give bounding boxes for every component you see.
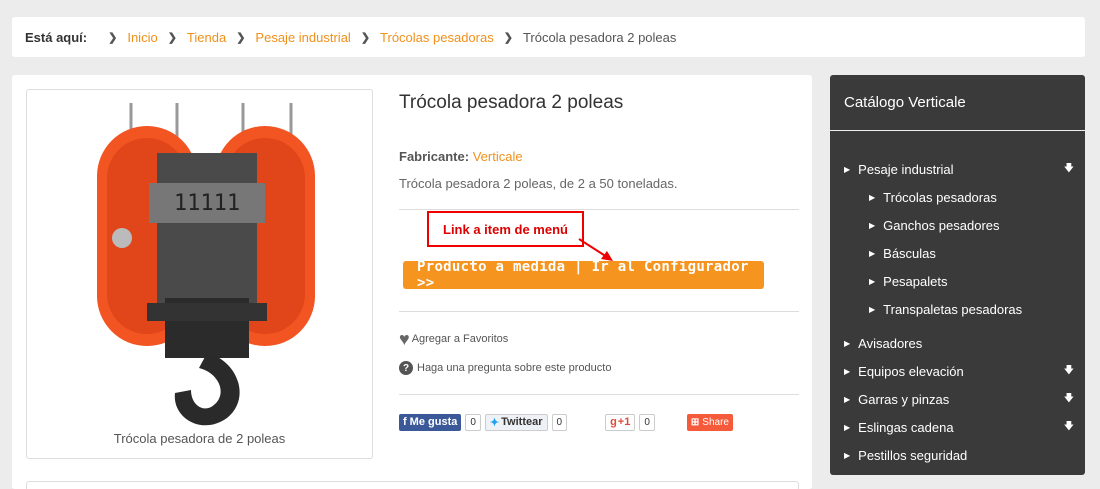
- caret-right-icon: ▶: [869, 192, 876, 202]
- sidebar-menu: ▶ Pesaje industrial 🡇 ▶ Trócolas pesador…: [844, 155, 1074, 469]
- divider: [399, 394, 799, 395]
- product-image: 11111: [97, 103, 315, 426]
- svg-text:11111: 11111: [174, 191, 240, 216]
- sidebar-item-label: Básculas: [883, 245, 936, 261]
- share-button[interactable]: ⊞ Share: [686, 413, 733, 431]
- catalog-sidebar: Catálogo Verticale ▶ Pesaje industrial 🡇…: [830, 75, 1085, 475]
- sidebar-item-ganchos[interactable]: ▶ Ganchos pesadores: [844, 211, 1074, 239]
- twitter-icon: ✦: [489, 416, 500, 429]
- ask-question-link[interactable]: ? Haga una pregunta sobre este producto: [399, 361, 611, 375]
- chevron-right-icon: ❯: [236, 31, 246, 44]
- sidebar-item-label: Pesapalets: [883, 273, 948, 289]
- sidebar-item-basculas[interactable]: ▶ Básculas: [844, 239, 1074, 267]
- add-favorites-link[interactable]: ♥ Agregar a Favoritos: [399, 330, 508, 348]
- image-caption: Trócola pesadora de 2 poleas: [113, 431, 286, 446]
- sidebar-item-pesaje-industrial[interactable]: ▶ Pesaje industrial 🡇: [844, 155, 1074, 183]
- sidebar-item-label: Garras y pinzas: [858, 391, 950, 407]
- chevron-right-icon: ❯: [108, 31, 118, 44]
- sidebar-item-label: Eslingas cadena: [858, 419, 954, 435]
- sidebar-item-label: Trócolas pesadoras: [883, 189, 997, 205]
- breadcrumb-link-tienda[interactable]: Tienda: [187, 30, 226, 45]
- caret-right-icon: ▶: [844, 338, 851, 348]
- breadcrumb: Está aquí: ❯ Inicio ❯ Tienda ❯ Pesaje in…: [12, 17, 1085, 57]
- sidebar-item-label: Transpaletas pesadoras: [883, 301, 1023, 317]
- gplus-label: +1: [617, 416, 631, 428]
- facebook-count: 0: [465, 413, 481, 431]
- manufacturer-label: Fabricante:: [399, 149, 470, 164]
- chevron-right-icon: ❯: [167, 31, 177, 44]
- sidebar-item-transpaletas[interactable]: ▶ Transpaletas pesadoras: [844, 295, 1074, 323]
- sidebar-item-garras[interactable]: ▶ Garras y pinzas 🡇: [844, 385, 1074, 413]
- breadcrumb-current: Trócola pesadora 2 poleas: [522, 29, 677, 45]
- breadcrumb-label: Está aquí:: [25, 29, 88, 45]
- product-image-box[interactable]: 11111 Trócola pesadora de 2 poleas: [26, 89, 373, 459]
- product-panel: 11111 Trócola pesadora de 2 poleas Tróco…: [12, 75, 812, 489]
- product-info: Trócola pesadora 2 poleas Fabricante: Ve…: [399, 89, 799, 431]
- heart-icon: ♥: [399, 329, 410, 349]
- caret-right-icon: ▶: [844, 422, 851, 432]
- manufacturer-row: Fabricante: Verticale: [399, 149, 799, 164]
- caret-right-icon: ▶: [869, 248, 876, 258]
- chevron-right-icon: ❯: [503, 31, 513, 44]
- sidebar-title: Catálogo Verticale: [844, 94, 966, 111]
- bottom-card: [26, 481, 799, 489]
- facebook-like-label: Me gusta: [409, 416, 458, 428]
- caret-right-icon: ▶: [844, 450, 851, 460]
- caret-right-icon: ▶: [844, 164, 851, 174]
- annotation-callout: Link a item de menú: [427, 211, 584, 247]
- divider: [830, 130, 1085, 131]
- sidebar-item-pestillos[interactable]: ▶ Pestillos seguridad: [844, 441, 1074, 469]
- twitter-label: Twittear: [501, 416, 543, 428]
- question-icon: ?: [399, 361, 413, 375]
- caret-right-icon: ▶: [844, 366, 851, 376]
- ask-question-label: Haga una pregunta sobre este producto: [417, 362, 612, 374]
- gplus-button[interactable]: g +1: [605, 413, 636, 431]
- sidebar-item-label: Ganchos pesadores: [883, 217, 1000, 233]
- sidebar-item-label: Pestillos seguridad: [858, 447, 968, 463]
- divider: [399, 311, 799, 312]
- caret-right-icon: ▶: [844, 394, 851, 404]
- arrow-down-icon[interactable]: 🡇: [1064, 363, 1074, 380]
- facebook-icon: f: [403, 416, 407, 428]
- gplus-count: 0: [639, 413, 655, 431]
- sidebar-item-equipos-elevacion[interactable]: ▶ Equipos elevación 🡇: [844, 357, 1074, 385]
- sidebar-item-eslingas[interactable]: ▶ Eslingas cadena 🡇: [844, 413, 1074, 441]
- manufacturer-link[interactable]: Verticale: [473, 149, 523, 164]
- share-label: Share: [702, 416, 729, 428]
- breadcrumb-link-trocolas[interactable]: Trócolas pesadoras: [380, 30, 494, 45]
- arrow-down-icon[interactable]: 🡇: [1064, 419, 1074, 436]
- arrow-down-icon[interactable]: 🡇: [1064, 161, 1074, 178]
- caret-right-icon: ▶: [869, 304, 876, 314]
- twitter-button[interactable]: ✦ Twittear: [484, 413, 548, 431]
- gplus-icon: g: [610, 416, 617, 428]
- sidebar-item-label: Equipos elevación: [858, 363, 964, 379]
- arrow-down-icon[interactable]: 🡇: [1064, 391, 1074, 408]
- social-buttons: f Me gusta 0 ✦ Twittear 0 g +1 0 ⊞ Share: [399, 413, 733, 431]
- facebook-like-button[interactable]: f Me gusta: [399, 413, 462, 431]
- divider: [399, 209, 799, 210]
- breadcrumb-link-pesaje[interactable]: Pesaje industrial: [255, 30, 350, 45]
- sidebar-item-avisadores[interactable]: ▶ Avisadores: [844, 329, 1074, 357]
- sidebar-item-pesapalets[interactable]: ▶ Pesapalets: [844, 267, 1074, 295]
- configurator-button[interactable]: Producto a medida | Ir al Configurador >…: [403, 259, 764, 291]
- twitter-count: 0: [551, 413, 568, 431]
- sidebar-item-label: Avisadores: [858, 335, 923, 351]
- sidebar-item-trocolas[interactable]: ▶ Trócolas pesadoras: [844, 183, 1074, 211]
- sidebar-item-label: Pesaje industrial: [858, 161, 954, 177]
- caret-right-icon: ▶: [869, 276, 876, 286]
- breadcrumb-link-inicio[interactable]: Inicio: [127, 30, 157, 45]
- product-description: Trócola pesadora 2 poleas, de 2 a 50 ton…: [399, 176, 678, 191]
- product-title: Trócola pesadora 2 poleas: [399, 92, 624, 113]
- add-favorites-label: Agregar a Favoritos: [411, 333, 509, 345]
- caret-right-icon: ▶: [869, 220, 876, 230]
- chevron-right-icon: ❯: [360, 31, 371, 44]
- plus-icon: ⊞: [690, 416, 700, 428]
